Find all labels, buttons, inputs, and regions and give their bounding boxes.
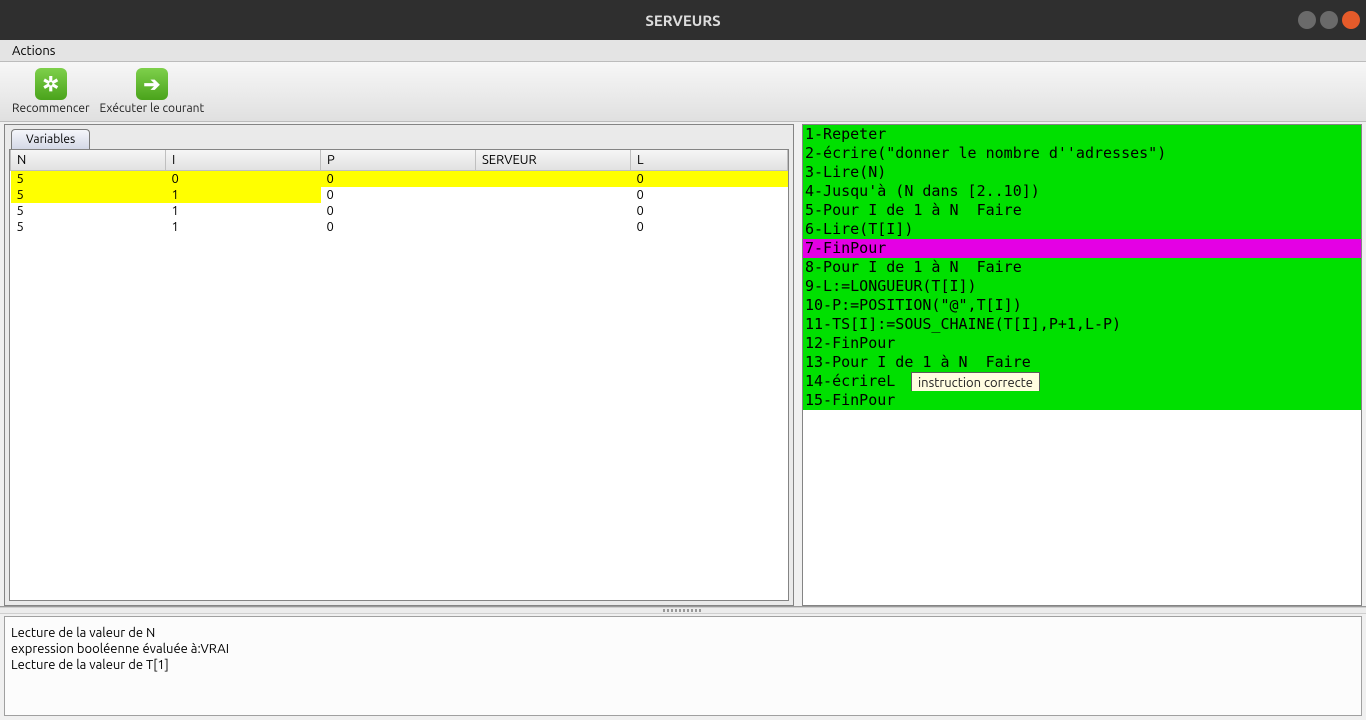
left-pane: Variables NIPSERVEURL 5000510051005100 [4,124,794,606]
code-line[interactable]: 14-écrireLinstruction correcte [803,372,1361,391]
code-line[interactable]: 10-P:=POSITION("@",T[I]) [803,296,1361,315]
code-area[interactable]: 1-Repeter2-écrire("donner le nombre d''a… [803,125,1361,605]
column-header-N[interactable]: N [11,150,166,171]
table-cell: 0 [321,171,476,188]
run-current-label: Exécuter le courant [100,102,205,115]
arrow-right-icon: ➔ [136,68,168,100]
maximize-button[interactable] [1320,11,1338,29]
table-cell: 5 [11,171,166,188]
console-line: Lecture de la valeur de T[1] [11,657,1355,673]
code-line[interactable]: 15-FinPour [803,391,1361,410]
code-line[interactable]: 13-Pour I de 1 à N Faire [803,353,1361,372]
menubar: Actions [0,40,1366,62]
code-line[interactable]: 3-Lire(N) [803,163,1361,182]
column-header-I[interactable]: I [166,150,321,171]
window-title: SERVEURS [645,12,720,29]
table-cell [476,171,631,188]
horizontal-splitter[interactable] [0,607,1366,614]
table-row[interactable]: 5100 [11,203,788,219]
table-cell: 0 [631,187,788,203]
code-line[interactable]: 11-TS[I]:=SOUS_CHAINE(T[I],P+1,L-P) [803,315,1361,334]
table-row[interactable]: 5000 [11,171,788,188]
restart-label: Recommencer [12,102,90,115]
variables-table-wrap: NIPSERVEURL 5000510051005100 [9,149,789,601]
table-row[interactable]: 5100 [11,187,788,203]
table-cell: 5 [11,203,166,219]
console-line: expression booléenne évaluée à:VRAI [11,641,1355,657]
code-line[interactable]: 8-Pour I de 1 à N Faire [803,258,1361,277]
close-button[interactable] [1342,11,1360,29]
restart-icon: ✲ [35,68,67,100]
main-split: Variables NIPSERVEURL 5000510051005100 1… [0,122,1366,607]
column-header-SERVEUR[interactable]: SERVEUR [476,150,631,171]
console-line: Lecture de la valeur de N [11,625,1355,641]
menu-actions[interactable]: Actions [6,42,61,60]
console-output: Lecture de la valeur de Nexpression bool… [4,616,1362,716]
toolbar: ✲ Recommencer ➔ Exécuter le courant [0,62,1366,122]
code-line[interactable]: 2-écrire("donner le nombre d''adresses") [803,144,1361,163]
code-line[interactable]: 9-L:=LONGUEUR(T[I]) [803,277,1361,296]
table-row[interactable]: 5100 [11,219,788,235]
table-cell: 0 [321,219,476,235]
table-cell: 0 [321,203,476,219]
table-cell: 0 [321,187,476,203]
table-cell: 0 [631,219,788,235]
titlebar: SERVEURS [0,0,1366,40]
table-cell: 1 [166,219,321,235]
body-area: Variables NIPSERVEURL 5000510051005100 1… [0,122,1366,720]
column-header-P[interactable]: P [321,150,476,171]
tab-row: Variables [5,125,793,149]
table-cell [476,187,631,203]
code-line[interactable]: 1-Repeter [803,125,1361,144]
table-cell: 1 [166,187,321,203]
restart-button[interactable]: ✲ Recommencer [12,68,90,115]
minimize-button[interactable] [1298,11,1316,29]
table-cell [476,219,631,235]
tab-variables[interactable]: Variables [11,129,90,149]
table-cell: 5 [11,219,166,235]
run-current-button[interactable]: ➔ Exécuter le courant [100,68,205,115]
variables-table: NIPSERVEURL 5000510051005100 [10,150,788,235]
code-line[interactable]: 4-Jusqu'à (N dans [2..10]) [803,182,1361,201]
code-line[interactable]: 6-Lire(T[I]) [803,220,1361,239]
table-cell: 5 [11,187,166,203]
table-cell: 0 [166,171,321,188]
code-line[interactable]: 12-FinPour [803,334,1361,353]
right-pane: 1-Repeter2-écrire("donner le nombre d''a… [802,124,1362,606]
table-cell: 1 [166,203,321,219]
table-cell [476,203,631,219]
splitter-grip-icon [663,609,703,612]
code-line[interactable]: 5-Pour I de 1 à N Faire [803,201,1361,220]
table-cell: 0 [631,203,788,219]
column-header-L[interactable]: L [631,150,788,171]
window-controls [1298,11,1360,29]
code-line[interactable]: 7-FinPour [803,239,1361,258]
table-cell: 0 [631,171,788,188]
